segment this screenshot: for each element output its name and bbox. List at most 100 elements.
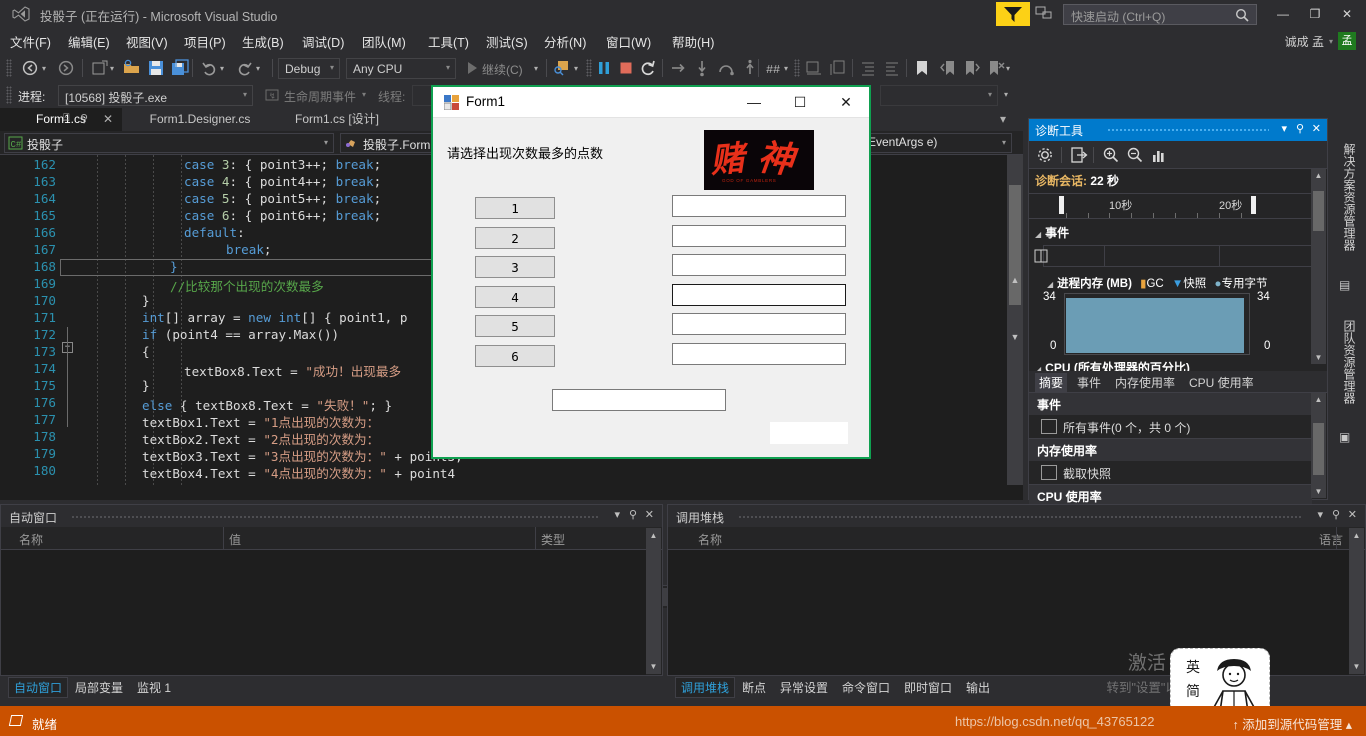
start-debug-icon[interactable]: [462, 58, 482, 78]
save-icon[interactable]: [146, 58, 166, 78]
chevron-down-icon[interactable]: ▾: [988, 90, 992, 99]
scroll-up-arrow[interactable]: ▲: [646, 528, 661, 543]
stop-debugging-icon[interactable]: [616, 58, 636, 78]
lock-icon[interactable]: ⌸: [63, 112, 70, 125]
bottom-tab-btabsB-4[interactable]: 即时窗口: [899, 678, 957, 697]
scrollbar-thumb[interactable]: [1313, 423, 1324, 475]
decrease-indent-icon[interactable]: [882, 58, 902, 78]
window-maximize-button[interactable]: ❐: [1300, 2, 1330, 26]
chevron-down-icon[interactable]: ▾: [1329, 37, 1333, 46]
scrollbar-thumb[interactable]: [1313, 191, 1324, 231]
timeline-marker-start[interactable]: [1059, 196, 1064, 214]
close-icon[interactable]: ✕: [103, 112, 113, 126]
ime-language-badge[interactable]: 孟: [1338, 32, 1356, 50]
pin-icon[interactable]: ⚲: [1332, 508, 1340, 521]
step-out-icon[interactable]: [740, 58, 760, 78]
column-header-value[interactable]: 值: [229, 531, 241, 548]
pin-icon[interactable]: ⚲: [1296, 122, 1304, 135]
zoom-in-icon[interactable]: [1101, 146, 1121, 164]
export-icon[interactable]: [1069, 146, 1089, 164]
bottom-tab-btabsA-0[interactable]: 自动窗口: [8, 677, 69, 698]
form1-extra-textbox[interactable]: [770, 422, 848, 444]
bottom-tab-btabsB-1[interactable]: 断点: [737, 678, 771, 697]
bottom-tab-btabsB-0[interactable]: 调用堆栈: [675, 677, 736, 698]
form1-dialog[interactable]: Form1 — ☐ ✕ 请选择出现次数最多的点数 赌 神 GOD OF GAMB…: [432, 86, 870, 458]
diagnostic-scrollbar[interactable]: ▲ ▼: [1311, 169, 1326, 364]
menu-item-2[interactable]: 视图(V): [126, 32, 168, 51]
scroll-up-arrow[interactable]: ▲: [1008, 273, 1022, 287]
chart-icon[interactable]: [1149, 146, 1169, 164]
lifecycle-dropdown[interactable]: ▾: [362, 90, 366, 99]
code-line[interactable]: case 5: { point5++; break;: [184, 191, 381, 206]
drag-dots[interactable]: [738, 515, 1303, 519]
menu-item-5[interactable]: 调试(D): [302, 32, 344, 51]
chevron-down-icon[interactable]: ▾: [1281, 122, 1287, 135]
form1-dice-button-4[interactable]: 4: [475, 285, 555, 308]
menu-item-11[interactable]: 帮助(H): [672, 32, 714, 51]
form1-textbox-6[interactable]: [672, 342, 846, 365]
chevron-down-icon[interactable]: ▾: [324, 138, 328, 147]
code-line[interactable]: break;: [226, 242, 272, 257]
menu-item-8[interactable]: 测试(S): [486, 32, 528, 51]
menu-item-7[interactable]: 工具(T): [428, 32, 469, 51]
scroll-down-arrow[interactable]: ▼: [1313, 487, 1324, 496]
editor-tab-1[interactable]: Form1.Designer.cs: [124, 108, 276, 131]
open-file-icon[interactable]: [122, 58, 142, 78]
drag-dots[interactable]: [1107, 128, 1269, 132]
diagnostic-tab-3[interactable]: CPU 使用率: [1185, 373, 1258, 392]
code-line[interactable]: //比较那个出现的次数最多: [170, 276, 324, 295]
form1-maximize-button[interactable]: ☐: [777, 87, 823, 117]
menu-item-3[interactable]: 项目(P): [184, 32, 226, 51]
ime-option-1[interactable]: 简: [1181, 679, 1205, 703]
attach-to-process-icon[interactable]: [552, 58, 572, 78]
form1-dice-button-1[interactable]: 1: [475, 197, 555, 219]
comment-block-icon[interactable]: [828, 58, 848, 78]
pause-icon[interactable]: [594, 58, 614, 78]
chevron-down-icon[interactable]: ▾: [330, 63, 334, 72]
summary-row[interactable]: 所有事件(0 个，共 0 个): [1029, 415, 1312, 439]
navigate-backward-dropdown[interactable]: ▾: [42, 64, 46, 73]
diagnostic-tab-0[interactable]: 摘要: [1035, 373, 1068, 392]
chevron-down-icon[interactable]: ▾: [1317, 508, 1323, 521]
editor-vertical-scrollbar[interactable]: [1007, 155, 1023, 485]
code-line[interactable]: {: [142, 344, 150, 359]
redo-icon[interactable]: [234, 58, 254, 78]
autos-scrollbar[interactable]: ▲ ▼: [646, 528, 661, 674]
send-feedback-button[interactable]: [1034, 4, 1058, 24]
type-navigation-combo[interactable]: C# 投骰子 ▾: [4, 133, 334, 153]
pin-icon[interactable]: ⚲: [629, 508, 637, 521]
menu-item-10[interactable]: 窗口(W): [606, 32, 651, 51]
sidebar-item-team-explorer[interactable]: 团队资源管理器: [1336, 300, 1358, 424]
form1-dice-button-5[interactable]: 5: [475, 315, 555, 337]
autos-grid-body[interactable]: [1, 550, 646, 675]
restart-icon[interactable]: [638, 58, 658, 78]
scroll-up-arrow[interactable]: ▲: [1313, 395, 1324, 404]
bookmark-icon[interactable]: [912, 58, 932, 78]
lifecycle-events-label[interactable]: 生命周期事件: [284, 88, 356, 105]
summary-row[interactable]: 截取快照: [1029, 461, 1312, 485]
diagnostic-tab-1[interactable]: 事件: [1073, 373, 1105, 392]
bottom-tab-btabsA-2[interactable]: 监视 1: [132, 678, 176, 697]
process-combo[interactable]: [10568] 投骰子.exe ▾: [58, 85, 253, 106]
solution-platform-combo[interactable]: Any CPU ▾: [346, 58, 456, 79]
scroll-up-arrow[interactable]: ▲: [1313, 171, 1324, 180]
column-header-name[interactable]: 名称: [698, 531, 722, 548]
show-next-statement-icon[interactable]: [668, 58, 688, 78]
code-line[interactable]: textBox8.Text = "成功！出现最多: [184, 361, 401, 380]
code-line[interactable]: case 3: { point3++; break;: [184, 157, 381, 172]
events-section-header[interactable]: ◢ 事件: [1035, 224, 1069, 241]
frame-combo-2[interactable]: ▾: [880, 85, 998, 106]
code-line[interactable]: if (point4 == array.Max()): [142, 327, 339, 342]
toolbar-grip[interactable]: [586, 59, 592, 77]
hex-dropdown[interactable]: ▾: [784, 64, 788, 73]
form1-dice-button-2[interactable]: 2: [475, 226, 555, 249]
pin-icon[interactable]: ⚲: [80, 112, 88, 125]
chevron-down-icon[interactable]: ▾: [243, 90, 247, 99]
close-icon[interactable]: ✕: [1312, 122, 1321, 135]
solution-explorer-icon[interactable]: ▤: [1339, 278, 1355, 294]
window-minimize-button[interactable]: —: [1268, 2, 1298, 26]
debug-toolbar-overflow[interactable]: ▾: [1004, 90, 1008, 99]
toolbar-grip[interactable]: [6, 86, 12, 104]
code-line[interactable]: case 4: { point4++; break;: [184, 174, 381, 189]
column-header-type[interactable]: 类型: [541, 531, 565, 548]
